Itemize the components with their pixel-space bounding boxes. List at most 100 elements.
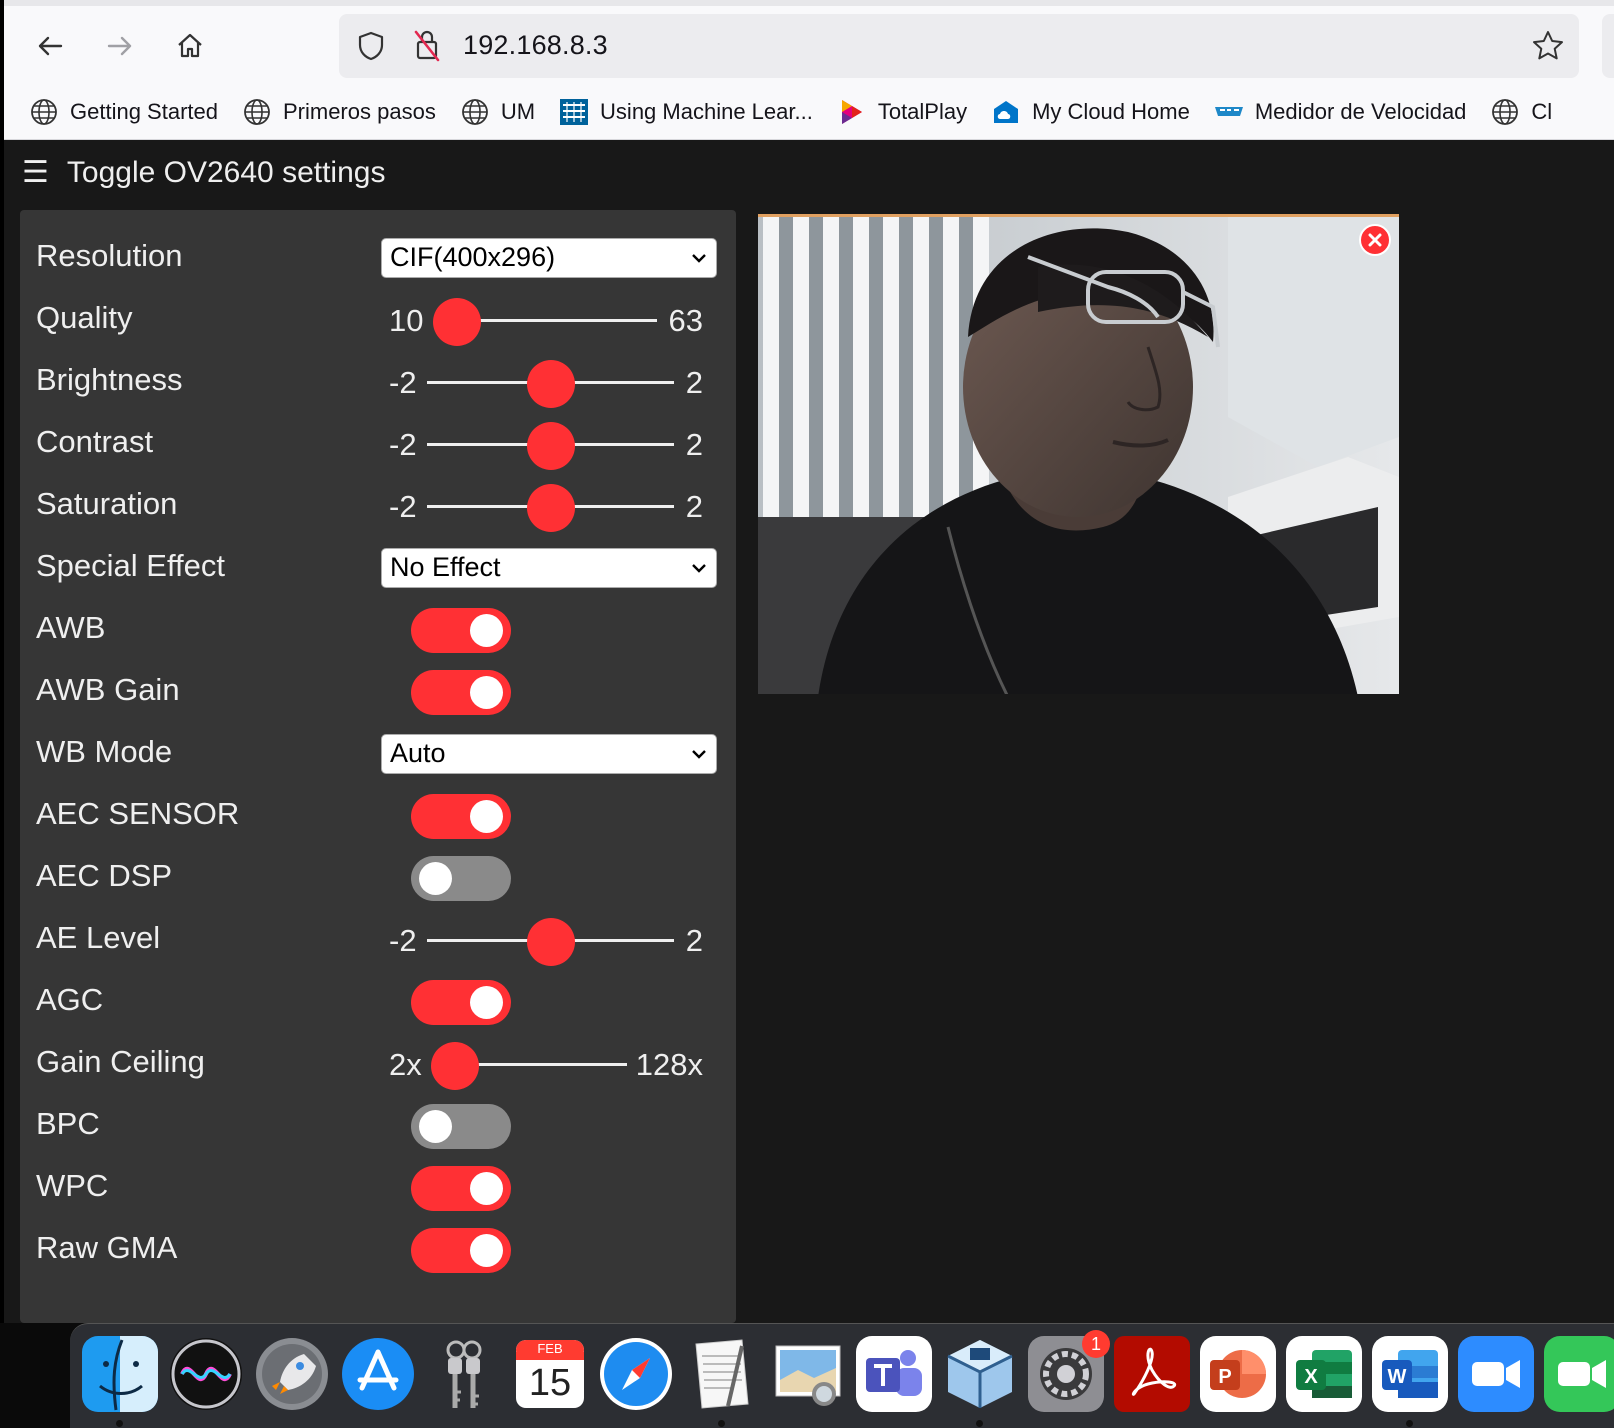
saturation-slider[interactable]: -2 2 [381, 484, 721, 532]
zoom-icon[interactable] [1458, 1336, 1534, 1412]
virtualbox-icon[interactable] [942, 1336, 1018, 1412]
gain-ceiling-slider[interactable]: 2x 128x [381, 1042, 721, 1090]
bookmark-my-cloud-home[interactable]: My Cloud Home [990, 96, 1190, 128]
slider-thumb[interactable] [527, 422, 575, 470]
home-icon [178, 33, 202, 58]
app-store-icon[interactable] [340, 1336, 416, 1412]
acrobat-icon[interactable] [1114, 1336, 1190, 1412]
switch-knob [470, 800, 503, 833]
tab-strip-edge [4, 0, 1614, 6]
setting-awb-gain: AWB Gain [20, 660, 736, 722]
setting-label: Special Effect [36, 548, 225, 583]
forward-button[interactable] [98, 24, 142, 68]
browser-toolbar: 192.168.8.3 Getting Started Primeros pas… [4, 0, 1614, 140]
switch-knob [470, 1172, 503, 1205]
setting-label: AE Level [36, 920, 161, 955]
quality-slider[interactable]: 10 63 [381, 298, 721, 346]
cloud-icon [990, 96, 1022, 128]
resolution-select[interactable]: CIF(400x296) [381, 238, 717, 278]
select-value: CIF(400x296) [390, 242, 556, 272]
back-button[interactable] [28, 24, 72, 68]
brightness-slider[interactable]: -2 2 [381, 360, 721, 408]
url-text[interactable]: 192.168.8.3 [463, 30, 608, 61]
facetime-icon[interactable] [1544, 1336, 1614, 1412]
switch-knob [470, 1234, 503, 1267]
raw-gma-switch[interactable] [411, 1228, 511, 1273]
slider-thumb[interactable] [527, 918, 575, 966]
setting-label: Gain Ceiling [36, 1044, 205, 1079]
address-bar[interactable]: 192.168.8.3 [339, 14, 1579, 78]
special-effect-select[interactable]: No Effect [381, 548, 717, 588]
preview-icon[interactable] [770, 1336, 846, 1412]
bookmark-using-machine-learning[interactable]: Using Machine Lear... [558, 96, 813, 128]
setting-brightness: Brightness -2 2 [20, 350, 736, 412]
slider-max: 128x [635, 1047, 703, 1082]
toolbar-overflow [1602, 14, 1614, 78]
setting-wb-mode: WB Mode Auto [20, 722, 736, 784]
powerpoint-icon[interactable]: P [1200, 1336, 1276, 1412]
home-button[interactable] [168, 24, 212, 68]
slider-thumb[interactable] [527, 360, 575, 408]
contrast-slider[interactable]: -2 2 [381, 422, 721, 470]
bookmark-primeros-pasos[interactable]: Primeros pasos [241, 96, 436, 128]
slider-thumb[interactable] [431, 1042, 479, 1090]
setting-resolution: Resolution CIF(400x296) [20, 226, 736, 288]
close-stream-button[interactable] [1359, 224, 1391, 256]
slider-thumb[interactable] [527, 484, 575, 532]
bookmarks-bar: Getting Started Primeros pasos UM Using … [28, 92, 1575, 132]
slider-max: 2 [685, 427, 703, 462]
hamburger-menu-icon[interactable]: ☰ [22, 158, 49, 188]
svg-text:W: W [1388, 1366, 1407, 1388]
arrow-right-icon [107, 36, 132, 56]
setting-wpc: WPC [20, 1156, 736, 1218]
setting-aec-dsp: AEC DSP [20, 846, 736, 908]
bookmark-label: UM [500, 99, 536, 124]
calendar-month: FEB [537, 1341, 563, 1356]
setting-contrast: Contrast -2 2 [20, 412, 736, 474]
settings-toggle[interactable]: ☰ Toggle OV2640 settings [22, 156, 385, 190]
settings-toggle-label[interactable]: Toggle OV2640 settings [67, 156, 386, 190]
bookmark-getting-started[interactable]: Getting Started [28, 96, 218, 128]
ae-level-slider[interactable]: -2 2 [381, 918, 721, 966]
agc-switch[interactable] [411, 980, 511, 1025]
switch-knob [470, 676, 503, 709]
globe-icon [28, 96, 60, 128]
bookmark-cl[interactable]: Cl [1489, 96, 1552, 128]
wpc-switch[interactable] [411, 1166, 511, 1211]
teams-icon[interactable] [856, 1336, 932, 1412]
setting-saturation: Saturation -2 2 [20, 474, 736, 536]
shield-icon[interactable] [355, 30, 387, 62]
keychain-access-icon[interactable] [426, 1336, 502, 1412]
bookmark-totalplay[interactable]: TotalPlay [836, 96, 967, 128]
safari-icon[interactable] [598, 1336, 674, 1412]
setting-awb: AWB [20, 598, 736, 660]
bpc-switch[interactable] [411, 1104, 511, 1149]
excel-icon[interactable]: X [1286, 1336, 1362, 1412]
slider-max: 2 [685, 365, 703, 400]
slider-min: -2 [389, 489, 417, 524]
setting-ae-level: AE Level -2 2 [20, 908, 736, 970]
bookmark-star-icon[interactable] [1531, 29, 1565, 63]
slider-max: 2 [685, 489, 703, 524]
bookmark-label: Medidor de Velocidad [1254, 99, 1467, 124]
word-icon[interactable]: W [1372, 1336, 1448, 1412]
aec-dsp-switch[interactable] [411, 856, 511, 901]
switch-knob [419, 1110, 452, 1143]
awb-switch[interactable] [411, 608, 511, 653]
aec-sensor-switch[interactable] [411, 794, 511, 839]
totalplay-icon [836, 96, 868, 128]
bookmark-label: Using Machine Lear... [600, 99, 813, 124]
bookmark-medidor-de-velocidad[interactable]: Medidor de Velocidad [1213, 96, 1467, 128]
insecure-lock-icon[interactable] [411, 28, 443, 62]
bookmark-um[interactable]: UM [459, 96, 535, 128]
calendar-icon[interactable]: FEB 15 [512, 1336, 588, 1412]
slider-thumb[interactable] [433, 298, 481, 346]
setting-label: Resolution [36, 238, 183, 273]
setting-label: AEC SENSOR [36, 796, 240, 831]
siri-icon[interactable] [168, 1336, 244, 1412]
textedit-icon[interactable] [684, 1336, 760, 1412]
finder-icon[interactable] [82, 1336, 158, 1412]
wb-mode-select[interactable]: Auto [381, 734, 717, 774]
awb-gain-switch[interactable] [411, 670, 511, 715]
launchpad-icon[interactable] [254, 1336, 330, 1412]
